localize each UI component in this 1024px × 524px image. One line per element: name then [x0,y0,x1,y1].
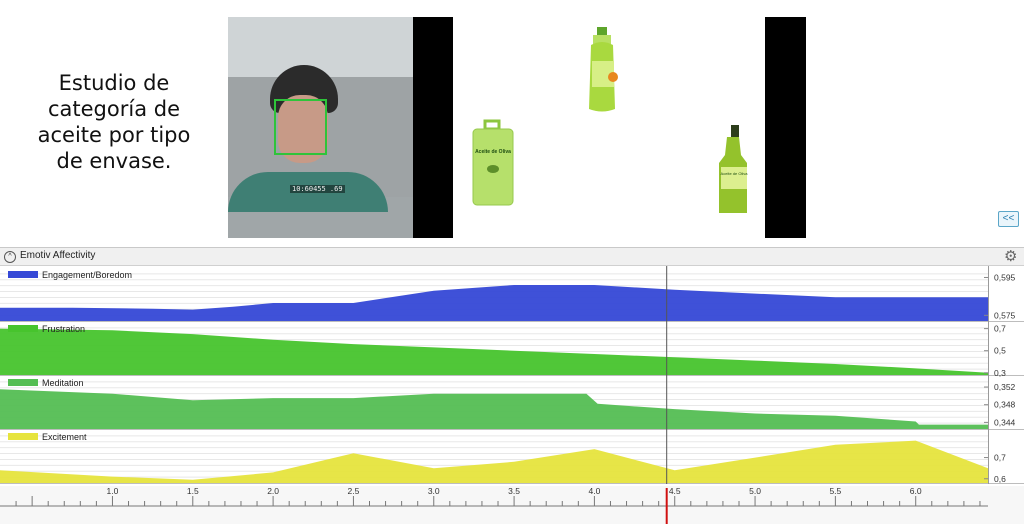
time-tick-label: 3.5 [508,486,520,496]
panel-title: Emotiv Affectivity [20,250,96,261]
time-tick-label: 6.0 [910,486,922,496]
study-caption: Estudio de categoría de aceite por tipo … [10,70,218,174]
legend-swatch-engagement [8,271,38,278]
time-tick-label: 4.5 [669,486,681,496]
y-tick-label: 0,348 [994,400,1016,410]
y-tick-label: 0,3 [994,368,1006,378]
y-tick-label: 0,344 [994,417,1016,427]
emotiv-affectivity-panel: ^ Emotiv Affectivity ⚙ Engagement/Boredo… [0,247,1024,524]
y-tick-label: 0,595 [994,272,1016,282]
caption-line-2: categoría de [47,97,180,121]
affectivity-charts: Engagement/Boredom 0,595 0,575 Frustration 0… [0,266,1024,524]
legend-swatch-frustration [8,325,38,332]
gear-icon[interactable]: ⚙ [1004,247,1017,265]
caption-line-4: de envase. [56,149,172,173]
tin-can-image: Aceite de Oliva [472,119,514,206]
time-tick-label: 1.0 [107,486,119,496]
webcam-background [228,17,413,77]
time-tick-label: 2.5 [348,486,360,496]
time-tick-label: 4.0 [588,486,600,496]
time-tick-label: 5.0 [749,486,761,496]
caption-line-1: Estudio de [58,71,170,95]
y-tick-label: 0,7 [994,324,1006,334]
legend-swatch-meditation [8,379,38,386]
legend-label-meditation: Meditation [42,378,84,388]
y-tick-label: 0,575 [994,310,1016,320]
y-tick-label: 0,5 [994,346,1006,356]
y-tick-label: 0,352 [994,382,1016,392]
panel-header: ^ Emotiv Affectivity ⚙ [0,248,1024,266]
y-tick-label: 0,7 [994,453,1006,463]
collapse-media-button[interactable]: << [998,211,1019,227]
webcam-timecode: 10:60455 .69 [290,185,345,193]
legend-label-excitement: Excitement [42,432,87,442]
legend-label-engagement: Engagement/Boredom [42,270,132,280]
plastic-bottle-image [589,27,618,112]
time-tick-label: 1.5 [187,486,199,496]
time-tick-label: 5.5 [829,486,841,496]
glass-bottle-label: Aceite de Oliva [721,171,749,176]
time-tick-label: 3.0 [428,486,440,496]
face-tracking-box [274,99,327,155]
legend-label-frustration: Frustration [42,324,85,334]
legend-swatch-excitement [8,433,38,440]
time-tick-label: 2.0 [267,486,279,496]
webcam-view: 10:60455 .69 [228,17,413,238]
y-tick-label: 0,6 [994,474,1006,484]
collapse-panel-icon[interactable]: ^ [4,251,16,263]
glass-bottle-image: Aceite de Oliva [719,125,748,213]
stimulus-view: Aceite de Oliva Aceite de Oliva [413,17,806,238]
tin-can-label: Aceite de Oliva [475,149,511,155]
stimulus-products: Aceite de Oliva Aceite de Oliva [472,27,748,213]
caption-line-3: aceite por tipo [37,123,191,147]
stimulus-canvas: Aceite de Oliva Aceite de Oliva [453,17,765,238]
